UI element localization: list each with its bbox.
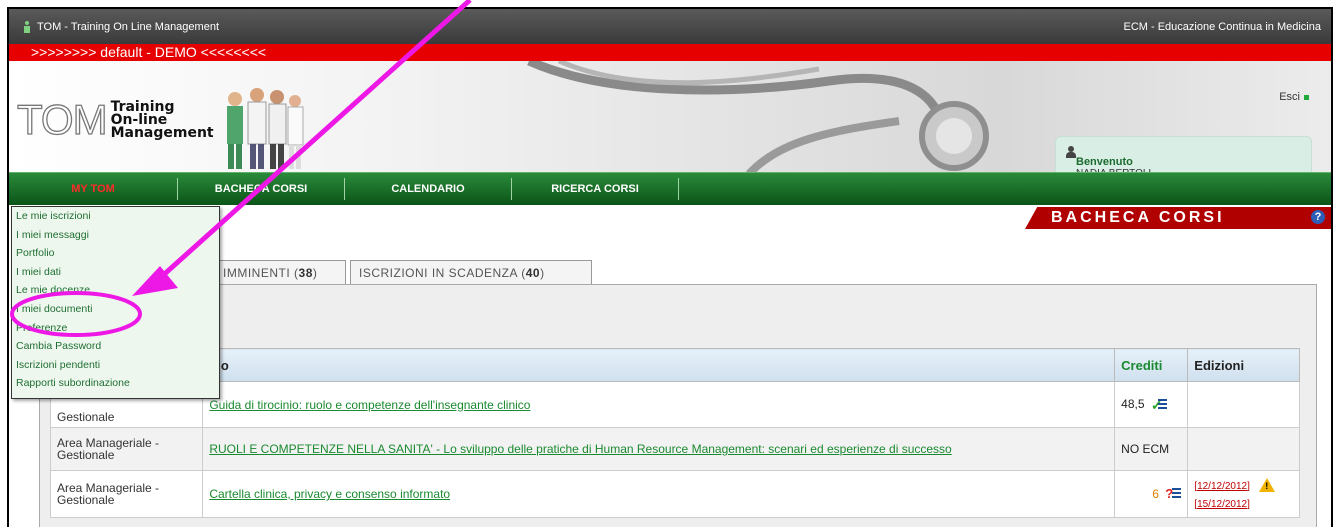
courses-panel: olo Crediti Edizioni Gestionale Guida di… (39, 284, 1317, 527)
logo-line3: Management (110, 124, 214, 141)
ecm-title: ECM - Educazione Continua in Medicina (1123, 21, 1322, 33)
header: TOM Training On-line Management Esci Ben… (9, 61, 1331, 186)
tab-iscrizioni-in-scadenza[interactable]: ISCRIZIONI IN SCADENZA (40) (350, 260, 592, 284)
tab-label: ISCRIZIONI IN SCADENZA (359, 266, 518, 280)
menu-item-cambia-password[interactable]: Cambia Password (12, 337, 219, 356)
tab-count: 40 (525, 266, 541, 280)
logout-square-icon (1304, 94, 1309, 100)
tab-label: IMMINENTI (223, 266, 291, 280)
menu-item-docenze[interactable]: Le mie docenze (12, 281, 219, 300)
logout-label: Esci (1279, 91, 1300, 103)
credits-value: 6 (1152, 486, 1159, 501)
tab-count: 38 (298, 266, 313, 280)
doctors-illustration (227, 88, 304, 169)
table-row: Area Manageriale - Gestionale Cartella c… (49, 470, 1300, 518)
menu-item-dati[interactable]: I miei dati (12, 263, 219, 282)
logout-link[interactable]: Esci (1279, 91, 1309, 103)
nav-calendario[interactable]: CALENDARIO (345, 173, 511, 205)
top-bar: TOM - Training On Line Management ECM - … (9, 9, 1331, 44)
credits-value: 48,5 (1121, 397, 1145, 412)
course-link[interactable]: Guida di tirocinio: ruolo e competenze d… (209, 398, 530, 412)
nav-my-tom[interactable]: MY TOM (9, 173, 177, 205)
welcome-title: Benvenuto (1076, 156, 1133, 168)
edition-link[interactable]: [12/12/2012] (1194, 481, 1250, 492)
area-cell: Area Manageriale - Gestionale (49, 427, 204, 471)
credits-question-icon[interactable]: ? (1165, 487, 1182, 501)
nav-separator (678, 178, 679, 200)
course-link[interactable]: Cartella clinica, privacy e consenso inf… (209, 487, 450, 501)
tom-logo[interactable]: TOM Training On-line Management (16, 96, 214, 143)
editions-cell (1187, 381, 1300, 428)
menu-item-messaggi[interactable]: I miei messaggi (12, 226, 219, 245)
menu-item-rapporti-subordinazione[interactable]: Rapporti subordinazione (12, 374, 219, 393)
menu-item-iscrizioni[interactable]: Le mie iscrizioni (12, 207, 219, 226)
logo-big: TOM (16, 96, 108, 143)
table-row: Gestionale Guida di tirocinio: ruolo e c… (49, 381, 1300, 428)
help-icon[interactable]: ? (1311, 210, 1325, 224)
menu-item-preferenze[interactable]: Preferenze (12, 319, 219, 338)
column-header-title[interactable]: olo (202, 348, 1116, 382)
user-icon (1066, 146, 1076, 158)
edition-date: 12/12/2012 (1197, 480, 1248, 492)
credits-check-icon[interactable]: ✓ (1151, 398, 1167, 412)
edition-link[interactable]: [15/12/2012] (1194, 499, 1250, 510)
area-cell: Area Manageriale - Gestionale (49, 470, 204, 518)
table-row: Area Manageriale - Gestionale RUOLI E CO… (49, 427, 1300, 471)
column-header-editions: Edizioni (1187, 348, 1300, 382)
credits-value: NO ECM (1121, 442, 1170, 456)
editions-cell: [12/12/2012] ! [15/12/2012] (1187, 470, 1300, 518)
course-link[interactable]: RUOLI E COMPETENZE NELLA SANITA' - Lo sv… (209, 442, 951, 456)
section-title: BACHECA CORSI (1051, 209, 1225, 226)
edition-date: 15/12/2012 (1197, 499, 1248, 511)
menu-item-iscrizioni-pendenti[interactable]: Iscrizioni pendenti (12, 356, 219, 375)
column-header-credits[interactable]: Crediti (1114, 348, 1189, 382)
menu-item-portfolio[interactable]: Portfolio (12, 244, 219, 263)
demo-banner-text: >>>>>>>> default - DEMO <<<<<<<< (31, 44, 267, 60)
nav-bacheca-corsi[interactable]: BACHECA CORSI (178, 173, 344, 205)
app-title: TOM - Training On Line Management (37, 21, 219, 33)
warning-icon: ! (1259, 478, 1276, 493)
section-header: BACHECA CORSI ? (1001, 207, 1331, 229)
menu-item-documenti[interactable]: I miei documenti (12, 300, 219, 319)
main-nav: MY TOM BACHECA CORSI CALENDARIO RICERCA … (9, 172, 1331, 205)
courses-table: olo Crediti Edizioni Gestionale Guida di… (49, 348, 1300, 518)
my-tom-dropdown: Le mie iscrizioni I miei messaggi Portfo… (11, 206, 220, 399)
tab-imminenti[interactable]: IMMINENTI (38) (214, 260, 346, 284)
nav-ricerca-corsi[interactable]: RICERCA CORSI (512, 173, 678, 205)
demo-banner: >>>>>>>> default - DEMO <<<<<<<< (9, 44, 1331, 69)
logo-small: Training On-line Management (110, 100, 214, 141)
stethoscope-image (527, 61, 989, 174)
person-icon (23, 21, 31, 33)
editions-cell (1187, 427, 1300, 471)
